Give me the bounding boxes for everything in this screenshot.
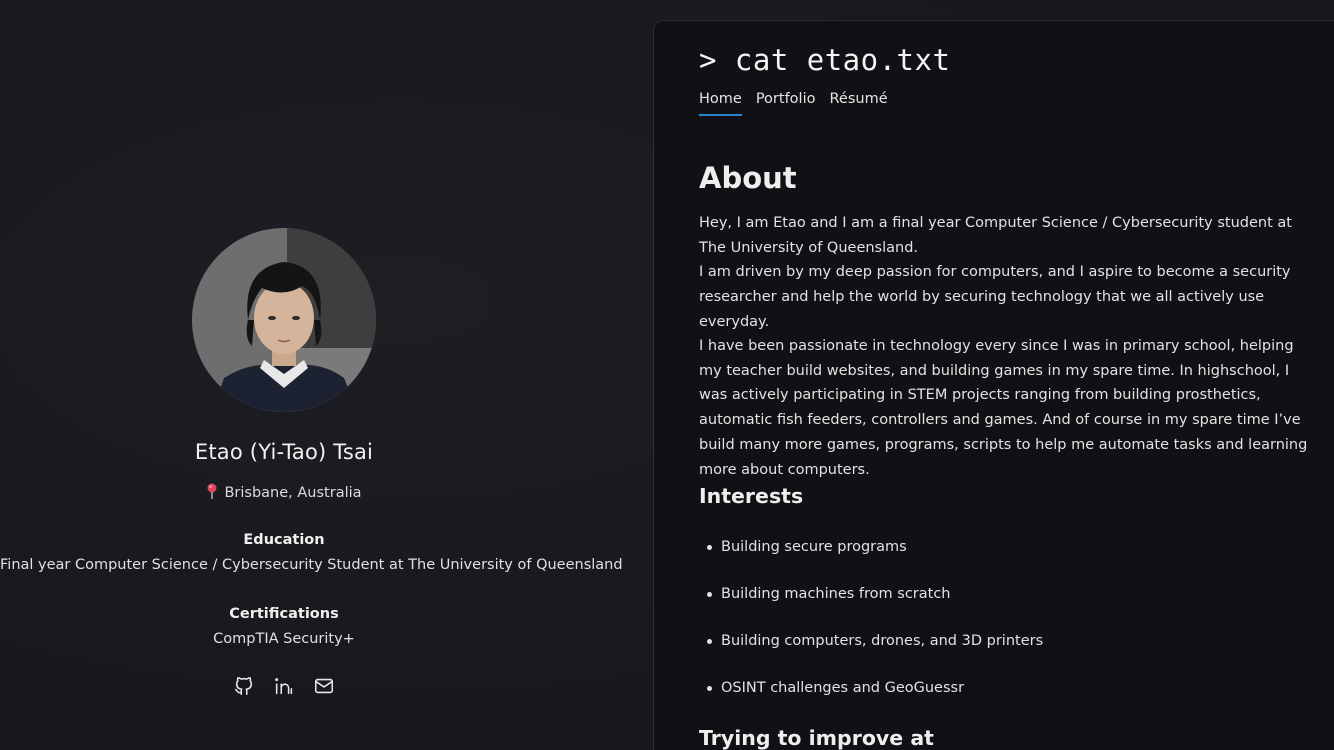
list-item: Building secure programs bbox=[699, 535, 1043, 582]
list-item: OSINT challenges and GeoGuessr bbox=[699, 676, 1043, 723]
pin-icon bbox=[207, 483, 217, 499]
linkedin-icon bbox=[275, 678, 293, 695]
about-heading: About bbox=[699, 161, 797, 195]
education-label: Education bbox=[243, 532, 325, 548]
location-text: Brisbane, Australia bbox=[224, 485, 362, 501]
linkedin-link[interactable] bbox=[273, 675, 295, 697]
profile-sidebar: Etao (Yi-Tao) Tsai Brisbane, Australia E… bbox=[0, 0, 623, 750]
location: Brisbane, Australia bbox=[0, 483, 568, 501]
nav-portfolio[interactable]: Portfolio bbox=[756, 91, 816, 116]
nav-resume[interactable]: Résumé bbox=[829, 91, 887, 116]
content-panel: > cat etao.txt Home Portfolio Résumé Abo… bbox=[653, 20, 1334, 750]
improve-heading: Trying to improve at bbox=[699, 726, 934, 750]
main-nav: Home Portfolio Résumé bbox=[699, 91, 888, 116]
mail-icon bbox=[314, 678, 334, 694]
avatar bbox=[192, 228, 376, 412]
avatar-photo bbox=[192, 228, 376, 412]
list-item: Building computers, drones, and 3D print… bbox=[699, 629, 1043, 676]
certifications-label: Certifications bbox=[229, 606, 339, 622]
profile-name: Etao (Yi-Tao) Tsai bbox=[194, 440, 374, 464]
about-paragraph-1-line-2: I am driven by my deep passion for compu… bbox=[699, 264, 1291, 330]
interests-heading: Interests bbox=[699, 484, 804, 508]
certifications-value: CompTIA Security+ bbox=[213, 631, 355, 647]
interests-list: Building secure programs Building machin… bbox=[699, 535, 1043, 723]
list-item: Building machines from scratch bbox=[699, 582, 1043, 629]
email-link[interactable] bbox=[313, 675, 335, 697]
github-link[interactable] bbox=[233, 675, 255, 697]
site-title[interactable]: > cat etao.txt bbox=[699, 43, 950, 77]
about-paragraph-1: Hey, I am Etao and I am a final year Com… bbox=[699, 211, 1311, 335]
nav-home[interactable]: Home bbox=[699, 91, 742, 116]
about-paragraph-1-line-1: Hey, I am Etao and I am a final year Com… bbox=[699, 215, 1292, 256]
about-paragraph-2: I have been passionate in technology eve… bbox=[699, 338, 1308, 478]
education-value: Final year Computer Science / Cybersecur… bbox=[0, 557, 623, 573]
social-links bbox=[0, 675, 568, 697]
page: Etao (Yi-Tao) Tsai Brisbane, Australia E… bbox=[0, 0, 1334, 750]
github-icon bbox=[234, 677, 253, 696]
